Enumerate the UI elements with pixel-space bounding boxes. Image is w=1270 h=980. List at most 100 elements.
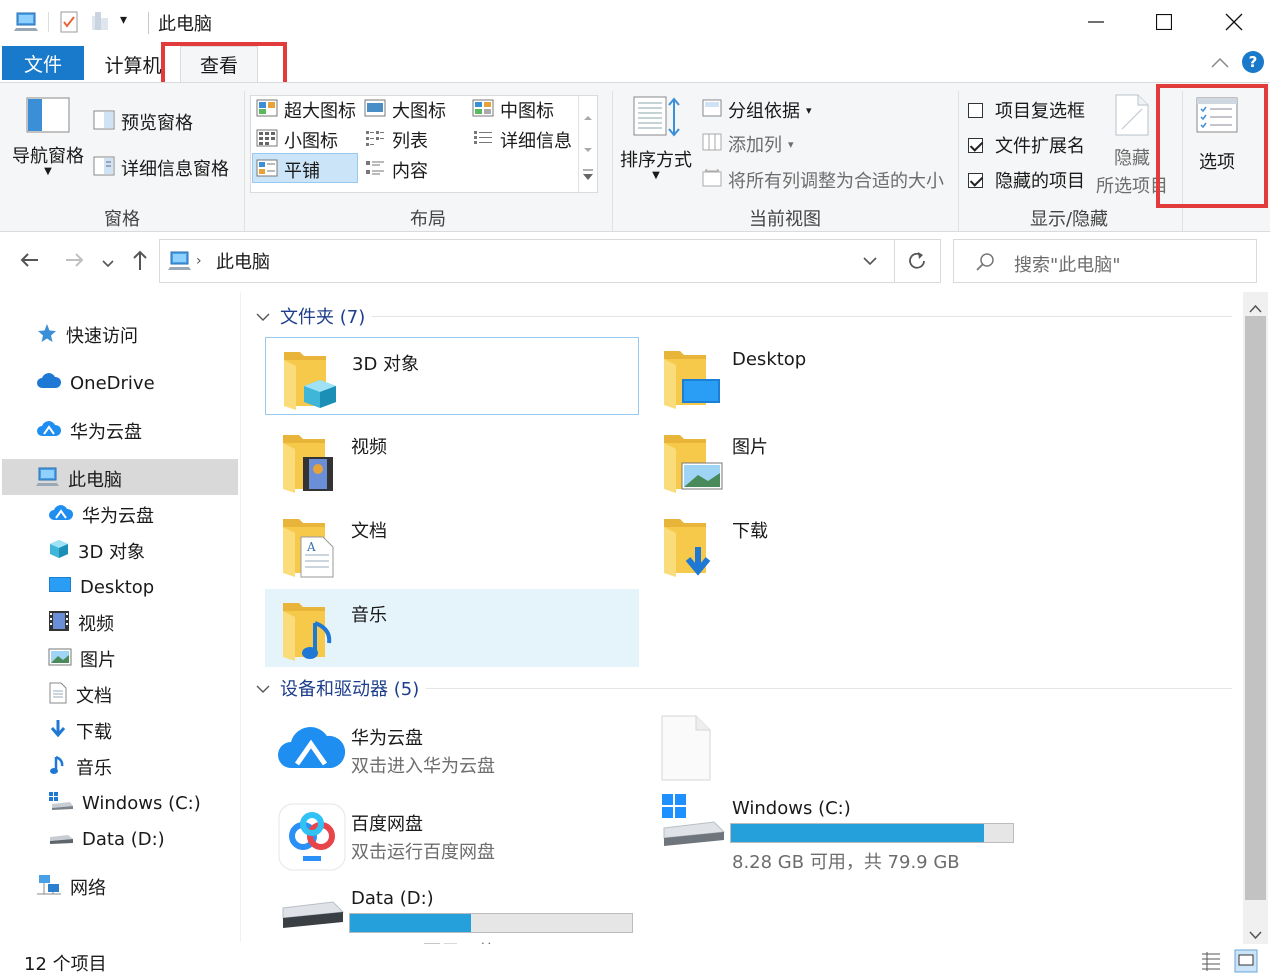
drive-free-space: 8.28 GB 可用，共 79.9 GB (732, 852, 960, 873)
nav-pane-button[interactable]: 导航窗格 ▼ (12, 97, 84, 177)
device-tile[interactable]: 百度网盘 双击运行百度网盘 (265, 798, 639, 884)
folder-tile[interactable]: 3D 对象 (265, 337, 639, 415)
sort-by-button[interactable]: 排序方式 ▼ (620, 95, 692, 181)
hidden-items-toggle[interactable]: 隐藏的项目 (968, 167, 1085, 193)
refresh-icon[interactable] (906, 240, 928, 282)
nav-item-3[interactable]: 华为云盘 (36, 414, 142, 448)
download-icon (48, 718, 68, 745)
sort-icon (632, 95, 680, 144)
hidden-items-checkbox[interactable] (968, 172, 983, 188)
item-checkboxes-toggle[interactable]: 项目复选框 (968, 97, 1085, 123)
tab-computer[interactable]: 计算机 (98, 46, 168, 82)
desktop-icon (48, 575, 72, 600)
details-icon (472, 129, 494, 152)
folder-tile[interactable]: 下载 (646, 505, 1020, 583)
layout-small-icons[interactable]: 小图标 (256, 127, 338, 153)
status-bar: 12 个项目 (0, 944, 1270, 980)
layout-gallery-scroll[interactable] (578, 96, 597, 192)
nav-item-label: 文档 (76, 686, 112, 707)
vertical-scrollbar[interactable] (1243, 292, 1268, 944)
nav-item-4[interactable]: 此电脑 (36, 462, 122, 496)
layout-extra-large-icons[interactable]: 超大图标 (256, 97, 356, 123)
item-checkboxes-checkbox[interactable] (968, 102, 983, 118)
address-dropdown-icon[interactable] (862, 240, 878, 282)
details-pane-button[interactable]: 详细信息窗格 (93, 155, 229, 181)
nav-item-8[interactable]: 视频 (48, 606, 114, 640)
device-tile[interactable]: Data (D:)225 GB 可用，共 393 GB (265, 876, 639, 944)
recent-locations-button[interactable] (101, 252, 115, 277)
device-tile[interactable]: Windows (C:) 8.28 GB 可用，共 79.9 GB (646, 786, 1020, 873)
list-icon (364, 129, 386, 152)
search-input[interactable]: 搜索"此电脑" (953, 239, 1257, 283)
folder-tile[interactable]: Desktop (646, 337, 1020, 415)
huawei-cloud-icon (48, 504, 74, 527)
large-icons-view-icon[interactable] (1234, 949, 1258, 978)
preview-pane-button[interactable]: 预览窗格 (93, 109, 193, 135)
group-by-button[interactable]: 分组依据 ▾ (702, 97, 812, 123)
layout-details[interactable]: 详细信息 (472, 127, 572, 153)
folders-group-header[interactable]: 文件夹 (7) (256, 304, 365, 328)
file-extensions-toggle[interactable]: 文件扩展名 (968, 132, 1085, 158)
layout-large-icons[interactable]: 大图标 (364, 97, 446, 123)
nav-item-7[interactable]: Desktop (48, 570, 154, 604)
nav-item-14[interactable]: Data (D:) (48, 822, 165, 856)
close-button[interactable] (1200, 0, 1268, 44)
nav-item-12[interactable]: 音乐 (48, 750, 112, 784)
up-button[interactable] (128, 248, 152, 278)
large-icons-icon (364, 99, 386, 122)
nav-item-1[interactable]: 快速访问 (36, 318, 138, 352)
music-icon (48, 754, 68, 781)
scroll-down-icon[interactable] (1249, 924, 1262, 945)
nav-item-9[interactable]: 图片 (48, 642, 116, 676)
size-columns-button[interactable]: 将所有列调整为合适的大小 (702, 167, 944, 193)
maximize-button[interactable] (1130, 0, 1198, 44)
layout-list[interactable]: 列表 (364, 127, 428, 153)
nav-item-15[interactable]: 网络 (36, 870, 106, 904)
folder-tile[interactable]: 图片 (646, 421, 1020, 499)
quick-access-dropdown[interactable]: ▾ (120, 12, 127, 28)
drive-usage-bar (730, 823, 1014, 843)
title-bar: ▾ 此电脑 (0, 0, 1270, 44)
nav-item-2[interactable]: OneDrive (36, 366, 155, 400)
nav-item-10[interactable]: 文档 (48, 678, 112, 712)
address-bar[interactable]: › 此电脑 (159, 239, 941, 283)
computer-icon (14, 10, 40, 39)
tab-file[interactable]: 文件 (2, 46, 84, 80)
collapse-ribbon-icon[interactable] (1210, 54, 1230, 75)
item-count: 12 个项目 (24, 954, 107, 975)
nav-item-label: 音乐 (76, 758, 112, 779)
folder-tile[interactable]: 音乐 (265, 589, 639, 667)
help-icon[interactable]: ? (1241, 50, 1265, 79)
group-label-layout: 布局 (410, 209, 446, 230)
nav-item-13[interactable]: Windows (C:) (48, 786, 201, 820)
back-button[interactable] (18, 248, 42, 278)
file-extensions-checkbox[interactable] (968, 137, 983, 153)
nav-pane-icon (26, 97, 70, 138)
breadcrumb-this-pc[interactable]: 此电脑 (216, 240, 270, 282)
device-name: Data (D:) (351, 888, 434, 909)
details-view-icon[interactable] (1200, 950, 1222, 977)
add-columns-icon (702, 133, 722, 156)
device-tile[interactable]: 华为云盘 双击进入华为云盘 (265, 712, 639, 798)
drive-icon (48, 827, 74, 852)
folder-tile[interactable]: A 文档 (265, 505, 639, 583)
forward-button[interactable] (62, 248, 86, 278)
folder-tile[interactable]: 视频 (265, 421, 639, 499)
new-folder-icon[interactable] (90, 10, 112, 39)
add-columns-button[interactable]: 添加列 ▾ (702, 131, 794, 157)
scrollbar-thumb[interactable] (1245, 316, 1266, 900)
devices-group-header[interactable]: 设备和驱动器 (5) (256, 676, 419, 700)
cloud-icon (36, 372, 62, 395)
nav-item-11[interactable]: 下载 (48, 714, 112, 748)
group-label-current-view: 当前视图 (749, 209, 821, 230)
minimize-button[interactable] (1062, 0, 1130, 44)
layout-content[interactable]: 内容 (364, 157, 428, 183)
nav-item-5[interactable]: 华为云盘 (48, 498, 154, 532)
nav-item-6[interactable]: 3D 对象 (48, 534, 145, 568)
folder-name: 3D 对象 (352, 354, 420, 375)
breadcrumb-chevron-icon[interactable]: › (196, 240, 202, 282)
properties-icon[interactable] (58, 10, 80, 39)
nav-item-label: 快速访问 (66, 326, 138, 347)
layout-tiles[interactable]: 平铺 (256, 157, 320, 183)
layout-medium-icons[interactable]: 中图标 (472, 97, 554, 123)
